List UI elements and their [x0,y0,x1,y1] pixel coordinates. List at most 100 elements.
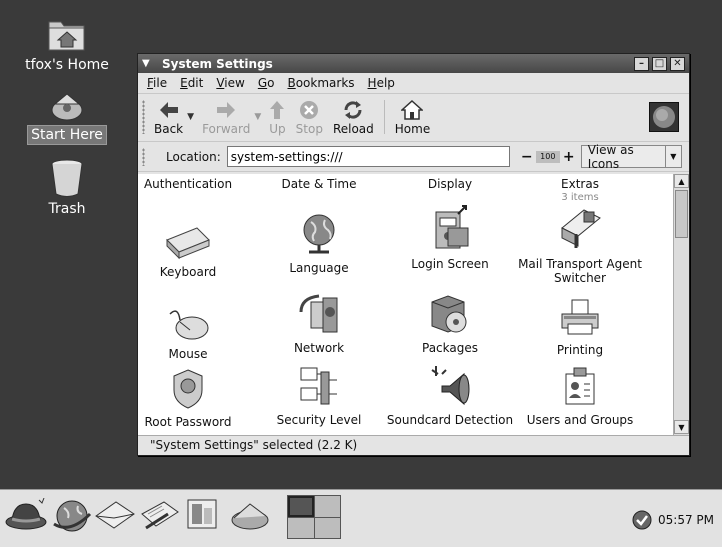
writer-launcher[interactable] [138,498,180,537]
workspace-4[interactable] [314,517,340,538]
panel-clock-area[interactable]: 05:57 PM [632,510,714,530]
desktop-icon-trash[interactable]: Trash [22,158,112,218]
spreadsheet-launcher[interactable] [228,498,270,537]
workspace-3[interactable] [288,517,314,538]
vertical-scrollbar[interactable]: ▲ ▼ [673,174,689,436]
forward-history-dropdown[interactable]: ▼ [254,112,261,122]
presentation-icon [187,499,217,529]
email-envelope-icon [95,501,135,529]
item-security-level[interactable]: Security Level [252,366,386,427]
location-label: Location: [166,149,221,164]
scroll-up-arrow[interactable]: ▲ [674,174,689,188]
item-login-screen[interactable]: Login Screen [383,205,517,271]
red-hat-icon [5,497,47,530]
desktop-icon-start-here[interactable]: Start Here [22,88,112,145]
category-date-time[interactable]: Date & Time [252,177,386,191]
speaker-icon [431,366,470,406]
item-network[interactable]: Network [252,294,386,355]
category-authentication[interactable]: Authentication [138,177,255,191]
throbber-icon [653,106,675,128]
item-mouse[interactable]: Mouse [138,300,255,361]
item-users-and-groups[interactable]: Users and Groups [513,366,647,427]
mouse-icon [169,310,209,340]
desktop-icon-label: tfox's Home [25,57,109,73]
item-language[interactable]: Language [252,214,386,275]
login-screen-icon [435,205,469,249]
menu-view[interactable]: View [216,76,244,90]
window-title: System Settings [162,56,273,71]
activity-throbber [649,102,679,132]
category-extras-count: 3 items [561,192,599,203]
mail-icon [561,209,601,248]
stop-button[interactable]: Stop [296,98,323,136]
desktop-icon-label: Trash [48,201,86,217]
item-root-password[interactable]: Root Password [138,368,255,429]
forward-arrow-icon [217,102,236,118]
network-icon [299,294,338,333]
scroll-track[interactable] [674,188,689,420]
main-menu-button[interactable] [4,497,48,535]
menu-go[interactable]: Go [258,76,275,90]
spreadsheet-icon [231,503,269,530]
window-menu-icon[interactable]: ▼ [142,58,156,69]
menubar: File Edit View Go Bookmarks Help [138,73,689,94]
reload-icon [344,101,362,119]
category-display[interactable]: Display [383,177,517,191]
printer-icon [561,299,599,335]
item-keyboard[interactable]: Keyboard [138,218,255,279]
home-button[interactable]: Home [395,98,430,136]
keyboard-icon [166,227,210,260]
users-icon [565,367,595,405]
zoom-in-button[interactable]: + [563,149,575,165]
workspace-2[interactable] [314,496,340,517]
system-settings-window: ▼ System Settings – □ ✕ File Edit View G… [137,53,690,456]
menu-help[interactable]: Help [368,76,395,90]
presentation-launcher[interactable] [184,498,220,537]
clock-time[interactable]: 05:57 PM [658,513,714,527]
toolbar: Back ▼ Forward ▼ Up Stop Reload Home [138,94,689,142]
up-arrow-icon [270,101,285,119]
home-folder-icon [48,21,85,51]
back-button[interactable]: Back [154,98,183,136]
menu-bookmarks[interactable]: Bookmarks [287,76,354,90]
menu-edit[interactable]: Edit [180,76,203,90]
icon-view: Authentication Date & Time Display Extra… [138,174,673,436]
item-printing[interactable]: Printing [513,296,647,357]
back-history-dropdown[interactable]: ▼ [187,112,194,122]
location-bar-grip[interactable] [142,148,145,166]
location-input[interactable] [226,146,510,167]
view-as-select[interactable]: View as Icons ▼ [580,143,682,171]
scroll-thumb[interactable] [675,190,688,238]
reload-button[interactable]: Reload [333,98,374,136]
maximize-button[interactable]: □ [652,56,667,71]
up-button[interactable]: Up [269,98,286,136]
update-checkmark-icon[interactable] [632,510,652,530]
scroll-down-arrow[interactable]: ▼ [674,420,689,434]
close-button[interactable]: ✕ [670,56,685,71]
menu-file[interactable]: File [147,76,167,90]
status-bar: "System Settings" selected (2.2 K) [138,435,689,455]
desktop-icon-home[interactable]: tfox's Home [22,10,112,74]
zoom-control: − 100 + [521,149,575,165]
window-titlebar[interactable]: ▼ System Settings – □ ✕ [138,54,689,73]
firewall-icon [300,367,337,405]
packages-icon [431,295,467,333]
item-soundcard-detection[interactable]: Soundcard Detection [383,366,517,427]
forward-button[interactable]: Forward [202,98,250,136]
minimize-button[interactable]: – [634,56,649,71]
email-launcher[interactable] [94,498,136,537]
location-bar: Location: − 100 + View as Icons ▼ [138,142,689,172]
web-browser-launcher[interactable] [50,498,92,537]
category-extras[interactable]: Extras [513,177,647,191]
toolbar-grip[interactable] [142,100,145,134]
desktop-icon-label: Start Here [27,125,107,145]
workspace-1[interactable] [288,496,314,517]
zoom-out-button[interactable]: − [521,149,533,165]
zoom-level[interactable]: 100 [535,150,560,163]
item-mail-transport-agent-switcher[interactable]: Mail Transport Agent Switcher [513,209,647,285]
home-icon [401,100,424,120]
item-packages[interactable]: Packages [383,294,517,355]
trash-icon [51,159,83,197]
start-here-icon [51,93,83,121]
workspace-switcher[interactable] [287,495,341,539]
